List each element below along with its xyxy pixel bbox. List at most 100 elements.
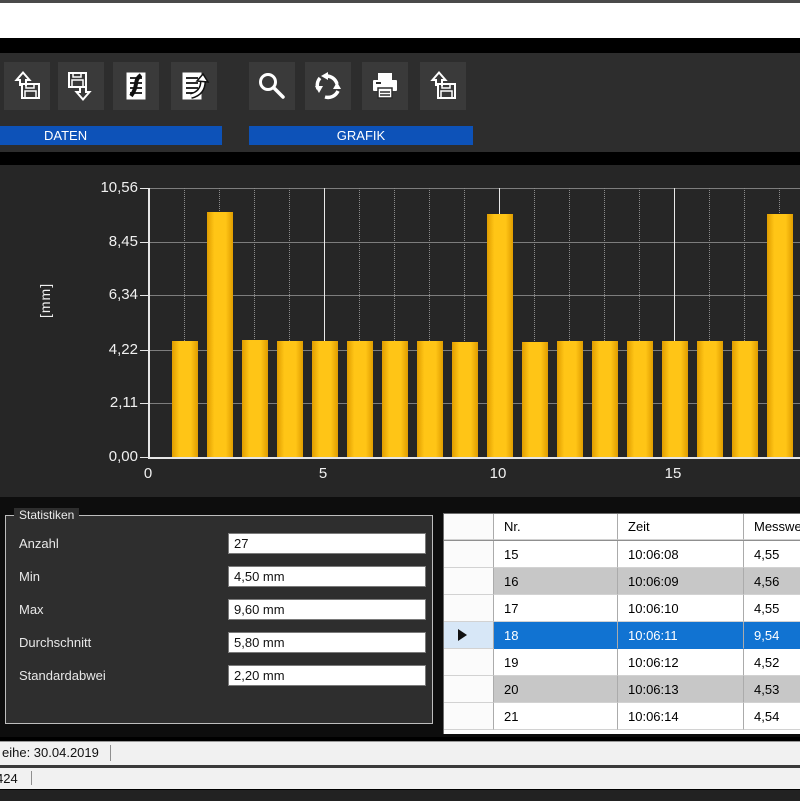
bar <box>312 341 338 457</box>
x-axis-tick-label: 0 <box>128 465 168 482</box>
table-cell[interactable]: 4,56 <box>744 568 800 595</box>
row-selector-cell[interactable] <box>444 541 494 568</box>
row-selector-header <box>444 514 494 540</box>
statistic-value-field[interactable] <box>228 665 426 686</box>
table-cell[interactable]: 10:06:08 <box>618 541 744 568</box>
column-header[interactable]: Zeit <box>618 514 744 540</box>
bar <box>417 341 443 457</box>
table-cell[interactable]: 10:06:12 <box>618 649 744 676</box>
row-selector-cell[interactable] <box>444 649 494 676</box>
refresh-button[interactable] <box>305 62 351 110</box>
y-axis-tick-label: 10,56 <box>78 179 138 196</box>
table-cell[interactable]: 10:06:10 <box>618 595 744 622</box>
gridline-horizontal <box>150 188 800 189</box>
y-axis-tick-label: 6,34 <box>78 286 138 303</box>
row-selector-cell[interactable] <box>444 703 494 730</box>
row-selector-cell[interactable] <box>444 676 494 703</box>
export-data-button[interactable] <box>171 62 217 110</box>
status-bar-device: 424 <box>0 768 800 789</box>
row-selector-cell[interactable] <box>444 595 494 622</box>
table-row[interactable]: 1610:06:094,56 <box>444 568 800 595</box>
statistic-value-field[interactable] <box>228 632 426 653</box>
table-cell[interactable]: 19 <box>494 649 618 676</box>
zoom-button[interactable] <box>249 62 295 110</box>
table-row[interactable]: 1510:06:084,55 <box>444 541 800 568</box>
y-axis-title: [mm] <box>37 288 53 318</box>
clear-data-button[interactable] <box>113 62 159 110</box>
document-delete-icon <box>119 69 153 103</box>
table-cell[interactable]: 21 <box>494 703 618 730</box>
table-cell[interactable]: 20 <box>494 676 618 703</box>
statistic-value-field[interactable] <box>228 533 426 554</box>
y-axis-tick-label: 0,00 <box>78 448 138 465</box>
bar <box>277 341 303 457</box>
table-row[interactable]: 2010:06:134,53 <box>444 676 800 703</box>
bottom-section: Statistiken Anzahl Min Max Durchschnitt Stan… <box>0 497 800 737</box>
table-cell[interactable]: 4,52 <box>744 649 800 676</box>
y-axis-tick <box>140 403 148 404</box>
table-cell[interactable]: 16 <box>494 568 618 595</box>
magnifier-icon <box>255 69 289 103</box>
row-selector-cell[interactable] <box>444 622 494 649</box>
series-date-text: eihe: 30.04.2019 <box>2 745 99 760</box>
statistic-label: Durchschnitt <box>19 635 91 650</box>
floppy-down-arrow-icon <box>64 69 98 103</box>
separator-band <box>0 152 800 165</box>
y-axis-tick <box>140 242 148 243</box>
table-cell[interactable]: 4,54 <box>744 703 800 730</box>
table-row[interactable]: 1910:06:124,52 <box>444 649 800 676</box>
table-cell[interactable]: 18 <box>494 622 618 649</box>
table-cell[interactable]: 4,53 <box>744 676 800 703</box>
table-row[interactable]: 1810:06:119,54 <box>444 622 800 649</box>
recycle-icon <box>311 69 345 103</box>
y-axis-tick-label: 2,11 <box>78 394 138 411</box>
table-cell[interactable]: 10:06:14 <box>618 703 744 730</box>
printer-icon <box>368 69 402 103</box>
open-data-button[interactable] <box>4 62 50 110</box>
x-axis-tick-label: 5 <box>303 465 343 482</box>
gridline-horizontal <box>150 295 800 296</box>
bar <box>767 214 793 457</box>
y-axis-tick <box>140 295 148 296</box>
save-data-button[interactable] <box>58 62 104 110</box>
toolbar-group-label-grafik: GRAFIK <box>249 126 473 145</box>
floppy-up-arrow-icon <box>426 69 460 103</box>
bar <box>487 214 513 457</box>
statistic-label: Min <box>19 569 40 584</box>
bar <box>207 212 233 457</box>
bar <box>627 341 653 457</box>
document-export-arrow-icon <box>177 69 211 103</box>
table-cell[interactable]: 10:06:13 <box>618 676 744 703</box>
table-row[interactable]: 1710:06:104,55 <box>444 595 800 622</box>
separator-band <box>0 38 800 53</box>
statistic-value-field[interactable] <box>228 599 426 620</box>
toolbar: DATEN GRAFIK <box>0 53 800 152</box>
measurement-table[interactable]: Nr.ZeitMesswert1510:06:084,551610:06:094… <box>443 513 800 734</box>
table-cell[interactable]: 4,55 <box>744 595 800 622</box>
status-separator <box>110 745 111 761</box>
table-cell[interactable]: 4,55 <box>744 541 800 568</box>
statistic-row: Max <box>6 599 432 620</box>
table-cell[interactable]: 9,54 <box>744 622 800 649</box>
device-id-text: 424 <box>0 771 18 786</box>
y-axis-tick <box>140 457 148 458</box>
gridline-horizontal <box>150 242 800 243</box>
status-bar-series: eihe: 30.04.2019 <box>0 741 800 766</box>
table-cell[interactable]: 15 <box>494 541 618 568</box>
column-header[interactable]: Nr. <box>494 514 618 540</box>
statistic-value-field[interactable] <box>228 566 426 587</box>
print-button[interactable] <box>362 62 408 110</box>
bar <box>592 341 618 457</box>
table-row[interactable]: 2110:06:144,54 <box>444 703 800 730</box>
row-selector-cell[interactable] <box>444 568 494 595</box>
save-graphic-button[interactable] <box>420 62 466 110</box>
bar <box>347 341 373 457</box>
table-cell[interactable]: 10:06:09 <box>618 568 744 595</box>
table-cell[interactable]: 17 <box>494 595 618 622</box>
table-cell[interactable]: 10:06:11 <box>618 622 744 649</box>
column-header[interactable]: Messwert <box>744 514 800 540</box>
statistic-row: Standardabwei <box>6 665 432 686</box>
statistics-groupbox-title: Statistiken <box>14 508 79 522</box>
statistic-row: Anzahl <box>6 533 432 554</box>
y-axis-tick <box>140 350 148 351</box>
